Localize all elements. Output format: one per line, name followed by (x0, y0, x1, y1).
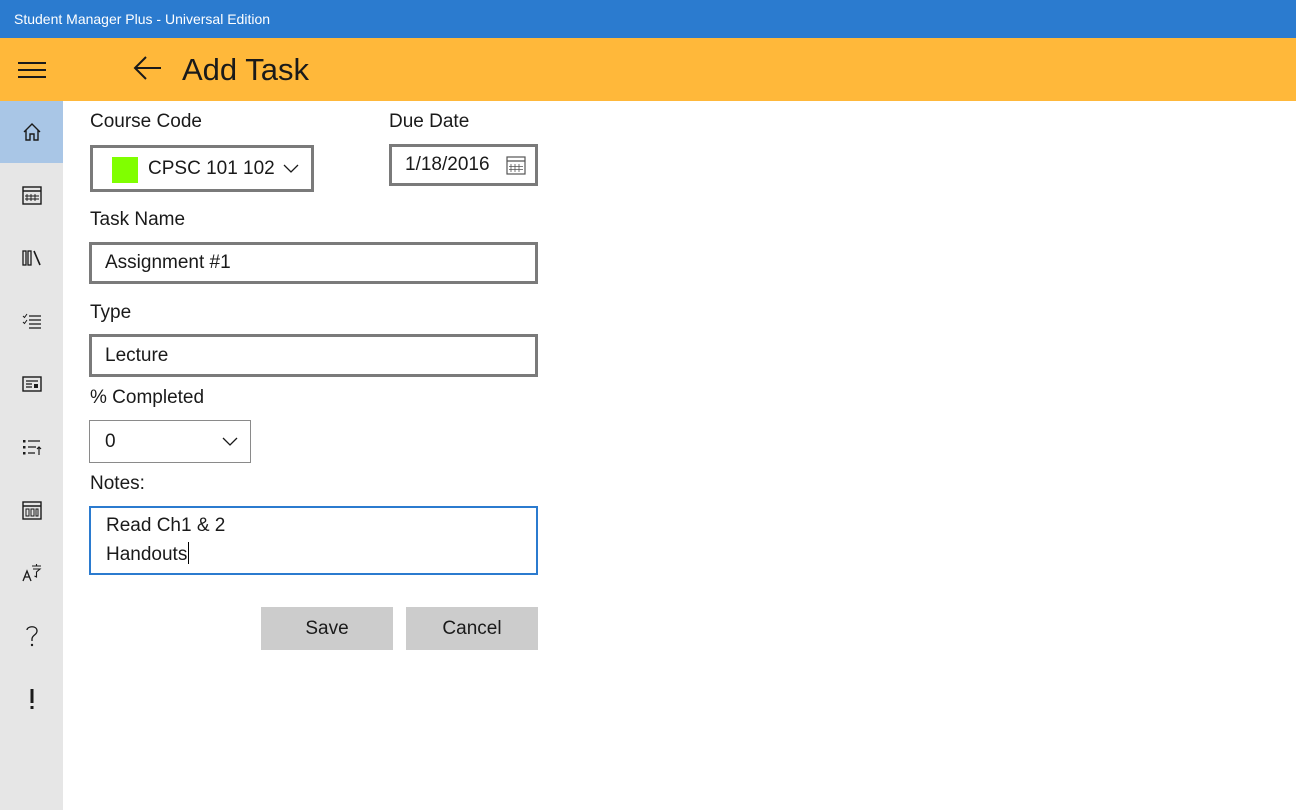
due-date-value: 1/18/2016 (405, 154, 490, 175)
chevron-down-icon (283, 164, 299, 173)
library-icon (21, 250, 41, 266)
cancel-button[interactable]: Cancel (406, 607, 538, 650)
course-code-label: Course Code (90, 111, 202, 132)
window-title: Student Manager Plus - Universal Edition (14, 11, 271, 27)
save-button[interactable]: Save (261, 607, 393, 650)
app-header: Add Task (0, 38, 1296, 101)
sidebar (0, 101, 63, 810)
type-input[interactable]: Lecture (89, 334, 538, 377)
course-code-value: CPSC 101 102 (148, 157, 275, 179)
percent-completed-label: % Completed (90, 387, 205, 408)
percent-completed-select[interactable]: 0 (89, 420, 251, 463)
text-caret (188, 542, 190, 564)
home-icon (23, 123, 40, 141)
due-date-label: Due Date (389, 111, 470, 132)
nav-calendar-week[interactable] (0, 479, 63, 541)
nav-alert[interactable] (0, 668, 63, 730)
task-name-value: Assignment #1 (105, 252, 231, 273)
notes-line-1: Read Ch1 & 2 (106, 515, 226, 536)
type-label: Type (90, 302, 132, 323)
nav-checklist[interactable] (0, 290, 63, 352)
notes-label: Notes: (90, 473, 145, 494)
window-title-bar: Student Manager Plus - Universal Edition (0, 0, 1296, 38)
course-color-swatch (112, 157, 138, 183)
hamburger-icon (18, 61, 46, 78)
due-date-picker[interactable]: 1/18/2016 (389, 144, 538, 186)
course-code-select[interactable]: CPSC 101 102 (90, 145, 314, 192)
nav-help[interactable] (0, 605, 63, 667)
task-name-input[interactable]: Assignment #1 (89, 242, 538, 284)
type-value: Lecture (105, 344, 169, 366)
exclamation-icon (30, 689, 33, 709)
chevron-down-icon (222, 437, 238, 446)
percent-completed-value: 0 (105, 430, 116, 452)
task-list-icon (22, 440, 41, 455)
nav-translate[interactable] (0, 542, 63, 604)
checklist-icon (22, 313, 41, 329)
nav-home[interactable] (0, 101, 63, 163)
calendar-week-icon (21, 501, 42, 520)
nav-calendar[interactable] (0, 164, 63, 226)
task-name-label: Task Name (90, 209, 186, 230)
notes-line-2: Handouts (106, 544, 188, 565)
notes-line-2-wrapper: Handouts (106, 542, 190, 566)
news-icon (21, 376, 42, 392)
calendar-icon (21, 186, 42, 205)
back-button[interactable] (130, 50, 166, 86)
nav-task-list[interactable] (0, 416, 63, 478)
notes-textarea[interactable]: Read Ch1 & 2 Handouts (89, 506, 538, 575)
nav-library[interactable] (0, 227, 63, 289)
translate-icon (21, 564, 41, 582)
hamburger-menu-button[interactable] (0, 38, 64, 101)
nav-news[interactable] (0, 353, 63, 415)
calendar-icon (506, 156, 526, 175)
page-title: Add Task (182, 52, 309, 87)
help-icon (25, 626, 38, 647)
back-arrow-icon (133, 56, 161, 80)
